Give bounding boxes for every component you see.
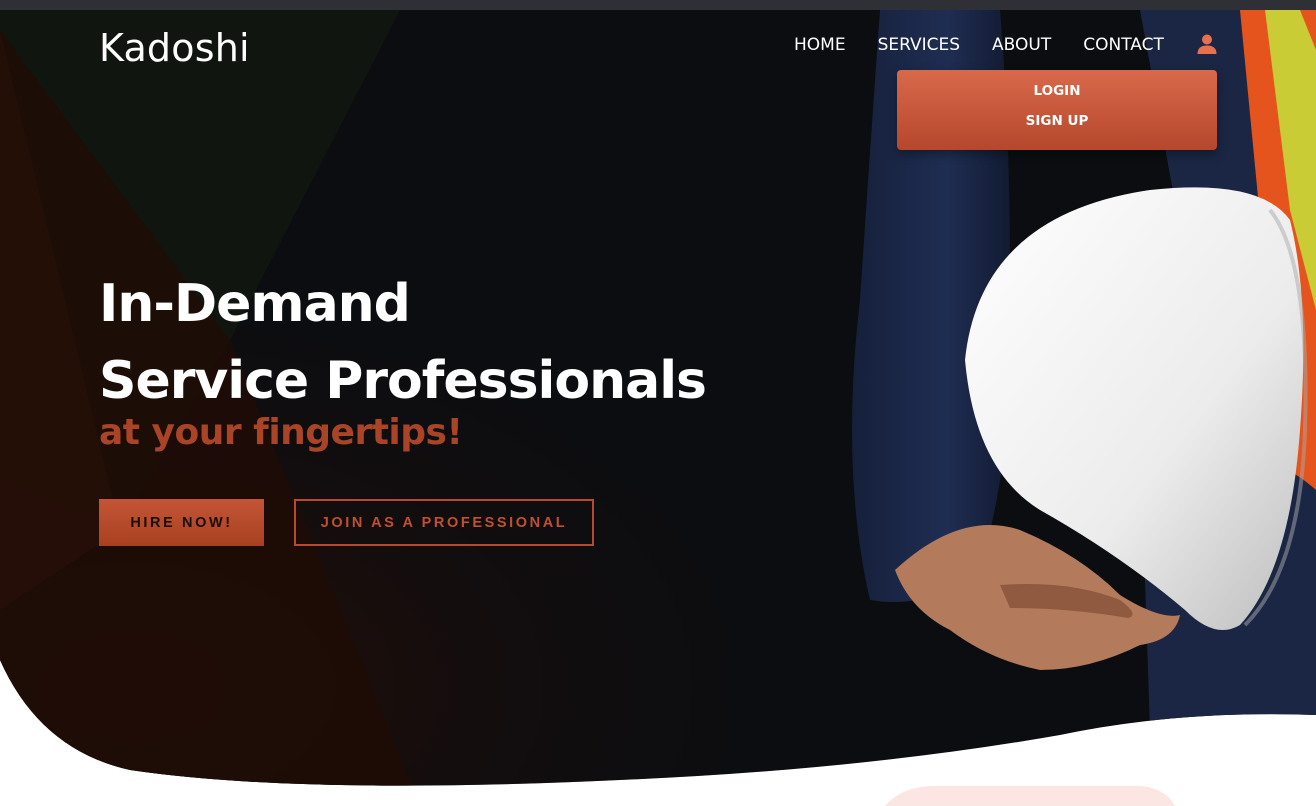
browser-top-bar [0, 0, 1316, 10]
hire-now-button[interactable]: HIRE NOW! [99, 499, 264, 546]
brand-logo[interactable]: Kadoshi [99, 26, 250, 70]
login-menu-item[interactable]: LOGIN [897, 76, 1217, 106]
main-nav: HOME SERVICES ABOUT CONTACT [780, 34, 1217, 55]
hero-tagline: at your fingertips! [99, 412, 463, 453]
nav-about[interactable]: ABOUT [992, 35, 1051, 55]
nav-services[interactable]: SERVICES [878, 35, 960, 55]
hero-headline-line1: In-Demand [99, 274, 411, 334]
hero-headline: In-Demand Service Professionals [99, 266, 707, 420]
nav-home[interactable]: HOME [794, 35, 846, 55]
user-icon[interactable] [1196, 33, 1218, 55]
join-as-professional-button[interactable]: JOIN AS A PROFESSIONAL [294, 499, 594, 546]
hero-headline-line2: Service Professionals [99, 351, 707, 411]
hero-section: Kadoshi HOME SERVICES ABOUT CONTACT LOGI… [0, 10, 1316, 806]
account-dropdown-menu: LOGIN SIGN UP [897, 70, 1217, 150]
nav-contact[interactable]: CONTACT [1083, 35, 1164, 55]
signup-menu-item[interactable]: SIGN UP [897, 106, 1217, 136]
